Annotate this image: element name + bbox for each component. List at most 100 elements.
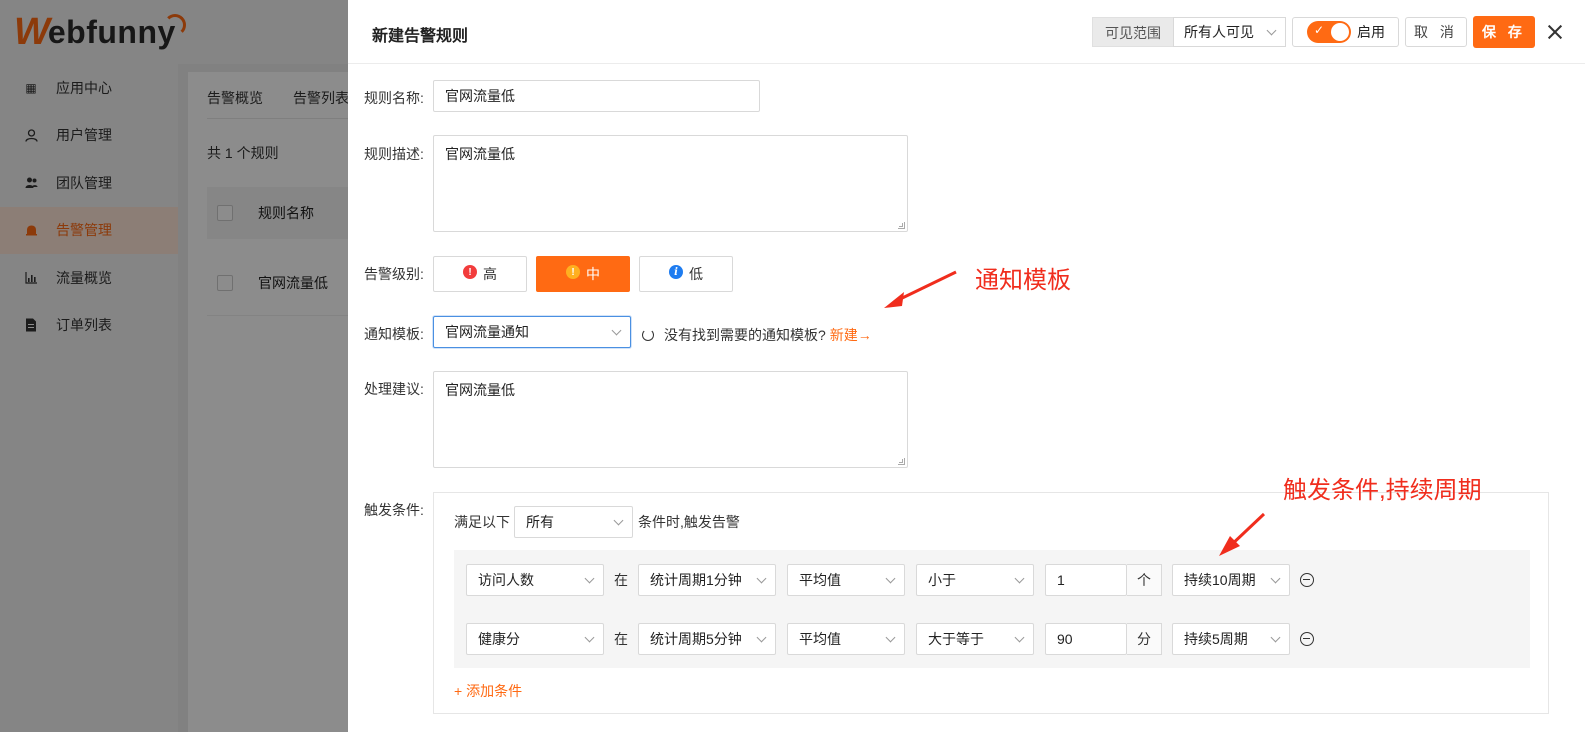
chevron-down-icon xyxy=(1270,632,1281,642)
template-label: 通知模板: xyxy=(364,326,424,342)
unit-addon: 个 xyxy=(1127,564,1162,596)
metric-value: 健康分 xyxy=(478,631,520,647)
advice-label: 处理建议: xyxy=(364,381,424,397)
chevron-down-icon xyxy=(1270,573,1281,583)
advice-value: 官网流量低 xyxy=(445,382,515,398)
visibility-label: 可见范围 xyxy=(1092,17,1173,47)
enable-toggle-group: ✓ 启用 xyxy=(1292,17,1399,47)
in-label: 在 xyxy=(614,572,628,588)
annotation-arrow-trigger xyxy=(1219,512,1266,556)
alert-level-label: 告警级别: xyxy=(364,266,424,282)
refresh-icon[interactable] xyxy=(642,329,654,341)
chevron-down-icon xyxy=(584,632,595,642)
annotation-arrow-template xyxy=(884,270,957,308)
visibility-select[interactable]: 所有人可见 xyxy=(1173,17,1286,47)
duration-value: 持续10周期 xyxy=(1184,572,1256,588)
chevron-down-icon xyxy=(1014,632,1025,642)
cancel-button[interactable]: 取 消 xyxy=(1405,17,1467,47)
condition-row: 访问人数 在 统计周期1分钟 平均值 小于 1 个 持续10周期 xyxy=(466,564,1314,596)
operator-select[interactable]: 小于 xyxy=(916,564,1034,596)
chevron-down-icon xyxy=(613,515,624,525)
visibility-value: 所有人可见 xyxy=(1184,24,1254,40)
template-value: 官网流量通知 xyxy=(445,324,529,340)
metric-select[interactable]: 健康分 xyxy=(466,623,604,655)
enable-label: 启用 xyxy=(1357,24,1385,40)
operator-value: 小于 xyxy=(928,572,956,588)
rule-name-input[interactable]: 官网流量低 xyxy=(433,80,760,112)
drawer-title: 新建告警规则 xyxy=(372,28,469,45)
trigger-label: 触发条件: xyxy=(364,502,424,518)
enable-toggle[interactable]: ✓ xyxy=(1307,21,1351,43)
add-condition-link[interactable]: + 添加条件 xyxy=(454,681,522,701)
threshold-input[interactable]: 1 xyxy=(1045,564,1127,596)
trigger-prefix: 满足以下 xyxy=(454,514,510,530)
check-icon: ✓ xyxy=(1314,23,1325,37)
metric-select[interactable]: 访问人数 xyxy=(466,564,604,596)
resize-handle-icon[interactable] xyxy=(898,458,905,465)
annotation-template: 通知模板 xyxy=(975,267,1071,294)
chevron-down-icon xyxy=(1014,573,1025,583)
exclamation-icon: ! xyxy=(566,265,580,279)
chevron-down-icon xyxy=(756,632,767,642)
aggregation-value: 平均值 xyxy=(799,631,841,647)
new-template-link[interactable]: 新建→ xyxy=(830,325,872,345)
exclamation-icon: ! xyxy=(463,265,477,279)
condition-row: 健康分 在 统计周期5分钟 平均值 大于等于 90 分 持续5周期 xyxy=(466,623,1314,655)
chevron-down-icon xyxy=(885,573,896,583)
aggregation-value: 平均值 xyxy=(799,572,841,588)
aggregation-select[interactable]: 平均值 xyxy=(787,564,905,596)
chevron-down-icon xyxy=(756,573,767,583)
in-label: 在 xyxy=(614,631,628,647)
rule-name-value: 官网流量低 xyxy=(445,88,515,104)
period-value: 统计周期5分钟 xyxy=(650,631,742,647)
chevron-down-icon xyxy=(1266,25,1277,35)
unit-addon: 分 xyxy=(1127,623,1162,655)
chevron-down-icon xyxy=(885,632,896,642)
alert-level-group: ! 高 ! 中 i 低 xyxy=(433,256,733,292)
resize-handle-icon[interactable] xyxy=(898,222,905,229)
duration-select[interactable]: 持续5周期 xyxy=(1172,623,1290,655)
header-actions: 可见范围 所有人可见 ✓ 启用 取 消 保 存 xyxy=(1092,16,1563,48)
info-icon: i xyxy=(669,265,683,279)
remove-condition-icon[interactable] xyxy=(1300,573,1314,587)
remove-condition-icon[interactable] xyxy=(1300,632,1314,646)
trigger-suffix: 条件时,触发告警 xyxy=(638,514,740,530)
trigger-match-select[interactable]: 所有 xyxy=(514,506,633,538)
save-button[interactable]: 保 存 xyxy=(1473,16,1535,48)
level-high-button[interactable]: ! 高 xyxy=(433,256,527,292)
level-low-label: 低 xyxy=(689,266,703,282)
threshold-value: 90 xyxy=(1057,631,1073,647)
operator-value: 大于等于 xyxy=(928,631,984,647)
level-low-button[interactable]: i 低 xyxy=(639,256,733,292)
rule-desc-label: 规则描述: xyxy=(364,146,424,162)
duration-select[interactable]: 持续10周期 xyxy=(1172,564,1290,596)
drawer-header: 新建告警规则 可见范围 所有人可见 ✓ 启用 取 消 保 存 xyxy=(348,0,1585,64)
trigger-match-row: 满足以下 所有 条件时,触发告警 xyxy=(454,506,740,538)
trigger-match-value: 所有 xyxy=(526,514,554,530)
advice-textarea[interactable]: 官网流量低 xyxy=(433,371,908,468)
period-select[interactable]: 统计周期1分钟 xyxy=(638,564,776,596)
modal-overlay[interactable] xyxy=(0,0,348,732)
level-high-label: 高 xyxy=(483,266,497,282)
template-hint-row: 没有找到需要的通知模板? 新建→ xyxy=(642,325,872,345)
level-medium-label: 中 xyxy=(586,266,600,282)
template-hint: 没有找到需要的通知模板? xyxy=(664,327,826,343)
chevron-down-icon xyxy=(584,573,595,583)
metric-value: 访问人数 xyxy=(478,572,534,588)
threshold-value: 1 xyxy=(1057,572,1065,588)
level-medium-button[interactable]: ! 中 xyxy=(536,256,630,292)
period-value: 统计周期1分钟 xyxy=(650,572,742,588)
toggle-knob xyxy=(1331,23,1349,41)
duration-value: 持续5周期 xyxy=(1184,631,1248,647)
chevron-down-icon xyxy=(611,325,622,335)
close-icon[interactable] xyxy=(1547,24,1563,40)
rule-desc-value: 官网流量低 xyxy=(445,146,515,162)
operator-select[interactable]: 大于等于 xyxy=(916,623,1034,655)
template-select[interactable]: 官网流量通知 xyxy=(433,316,631,348)
rule-name-label: 规则名称: xyxy=(364,90,424,106)
threshold-input[interactable]: 90 xyxy=(1045,623,1127,655)
aggregation-select[interactable]: 平均值 xyxy=(787,623,905,655)
period-select[interactable]: 统计周期5分钟 xyxy=(638,623,776,655)
annotation-trigger: 触发条件,持续周期 xyxy=(1283,477,1482,504)
rule-desc-textarea[interactable]: 官网流量低 xyxy=(433,135,908,232)
